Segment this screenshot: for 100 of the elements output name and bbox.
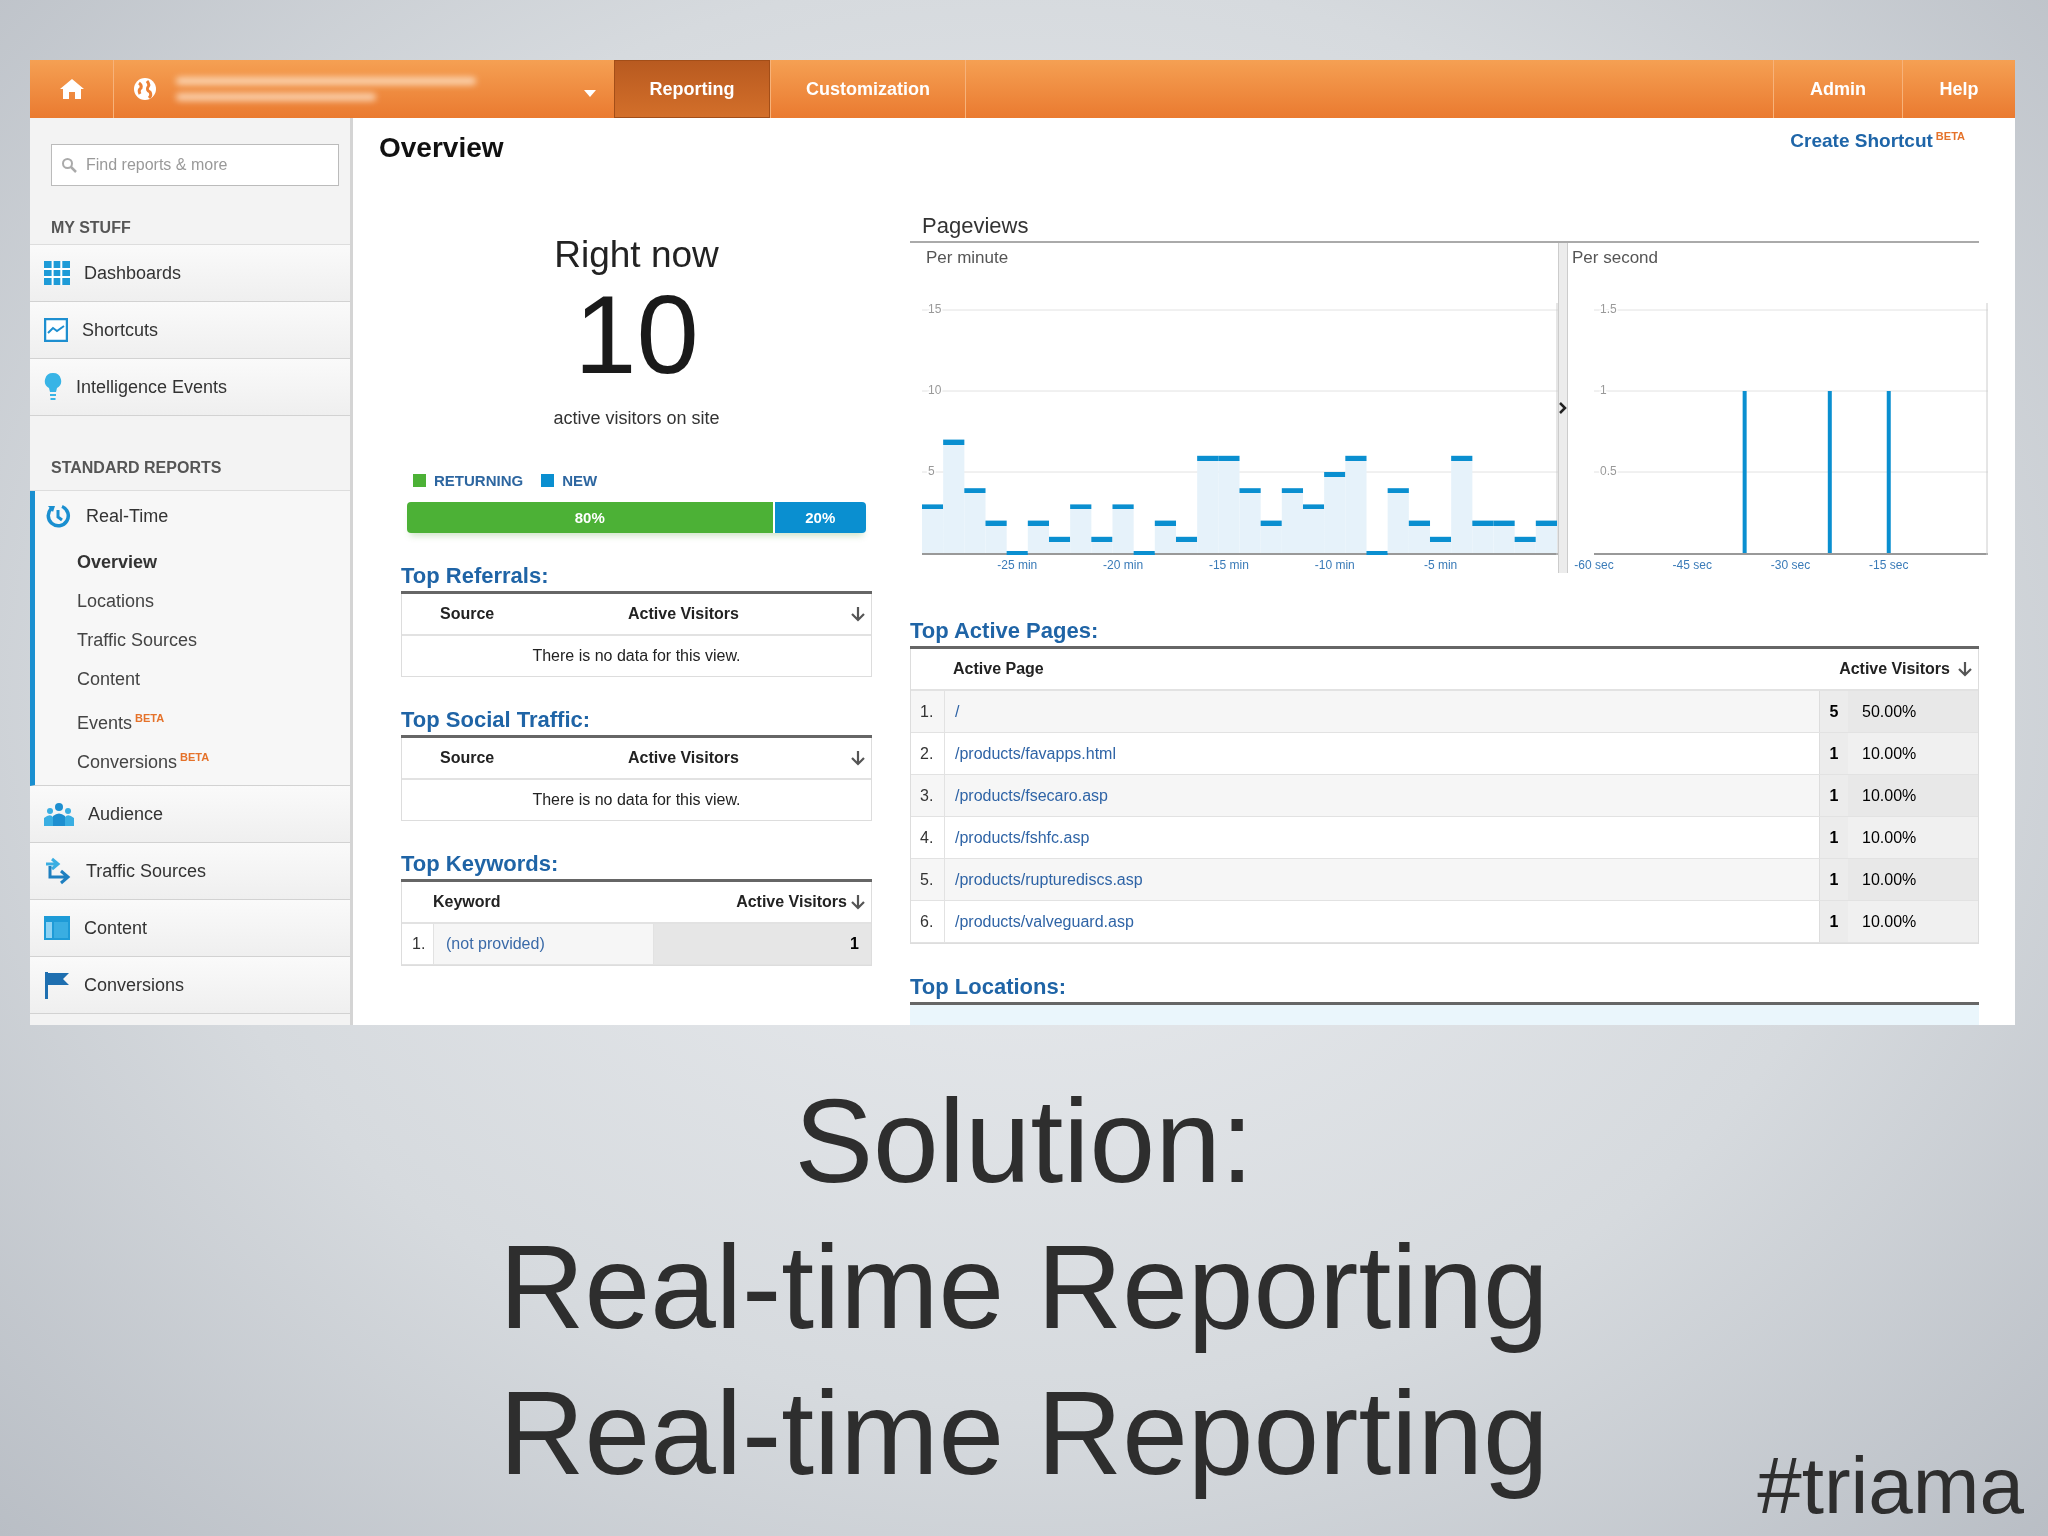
- row-index: 5.: [911, 859, 945, 900]
- page-link[interactable]: /: [955, 702, 960, 721]
- flag-icon: [44, 971, 70, 999]
- right-now-heading: Right now: [554, 233, 719, 277]
- nav-tab[interactable]: Reporting: [614, 60, 770, 118]
- axis-tick-label: -60 sec: [1574, 558, 1614, 572]
- empty-message: There is no data for this view.: [531, 790, 742, 810]
- page-link[interactable]: /products/valveguard.asp: [955, 912, 1134, 931]
- axis-tick-label: -30 sec: [1770, 558, 1811, 572]
- table-cell: 1: [1819, 817, 1848, 858]
- visitor-count-caption: active visitors on site: [553, 407, 720, 430]
- axis-tick-label: -20 min: [1103, 558, 1144, 572]
- search-field[interactable]: Find reports & more: [51, 144, 339, 186]
- chart-window-icon: [44, 318, 68, 342]
- chevron-right-icon: [1559, 402, 1567, 414]
- legend-label: RETURNING: [434, 471, 524, 489]
- sidebar-subitem[interactable]: Events $^{BETA}$: [77, 699, 350, 738]
- sidebar-item[interactable]: Content: [30, 900, 350, 957]
- page-link[interactable]: /products/fsecaro.asp: [955, 786, 1108, 805]
- sidebar-item[interactable]: Shortcuts: [30, 302, 350, 359]
- create-shortcut-link[interactable]: Create Shortcut$^{BETA}$: [1790, 130, 1965, 153]
- axis-tick-label: -25 min: [997, 558, 1038, 572]
- table-cell: 1: [1819, 859, 1848, 900]
- axis-tick-label: 1.5: [1600, 302, 1617, 317]
- arrows-icon: [44, 857, 72, 885]
- axis-tick-label: 0.5: [1600, 464, 1617, 479]
- column-header: Active Page: [952, 660, 1045, 678]
- sort-arrow-icon[interactable]: [851, 750, 865, 766]
- row-index: 2.: [911, 733, 945, 774]
- sort-arrow-icon[interactable]: [1958, 661, 1972, 677]
- table-cell: 1: [1819, 775, 1848, 816]
- axis-tick-label: 1: [1600, 383, 1607, 398]
- people-icon: [44, 802, 74, 826]
- column-header[interactable]: Active Visitors: [560, 605, 851, 623]
- table-cell: 10.00%: [1848, 817, 1978, 858]
- globe-icon: [132, 76, 158, 102]
- clock-refresh-icon: [44, 502, 72, 530]
- axis-tick-label: 5: [928, 464, 935, 479]
- caret-icon: [584, 89, 596, 97]
- sort-arrow-icon[interactable]: [851, 606, 865, 622]
- table-cell: 10.00%: [1848, 901, 1978, 942]
- home-icon: [58, 77, 85, 101]
- axis-tick-label: 15: [928, 302, 942, 317]
- sidebar-item[interactable]: Audience: [30, 786, 350, 843]
- sidebar-subitem[interactable]: Content: [77, 660, 350, 699]
- table-title: Top Active Pages:: [910, 616, 1979, 649]
- hashtag-text: #triama: [1757, 1440, 2024, 1532]
- sidebar-subitem[interactable]: Locations: [77, 582, 350, 621]
- table-cell: 10.00%: [1848, 775, 1978, 816]
- chart-subtitle: Per second: [1571, 247, 1659, 269]
- axis-tick-label: -15 sec: [1869, 558, 1909, 572]
- sidebar-item[interactable]: Conversions: [30, 957, 350, 1014]
- page-link[interactable]: /products/fshfc.asp: [955, 828, 1090, 847]
- sidebar-item[interactable]: Dashboards: [30, 245, 350, 302]
- table-title: Top Referrals:: [401, 561, 872, 594]
- row-index: 1.: [911, 691, 945, 732]
- slide-caption: Real-time Reporting: [499, 1366, 1549, 1501]
- lightbulb-icon: [44, 372, 62, 402]
- sidebar-item[interactable]: Traffic Sources: [30, 843, 350, 900]
- sidebar-subitem[interactable]: Overview: [77, 543, 350, 582]
- table-cell: 5: [1819, 691, 1848, 732]
- keyword-link[interactable]: (not provided): [434, 924, 654, 964]
- sidebar-item[interactable]: Intelligence Events: [30, 359, 350, 416]
- slide-caption: Solution:: [794, 1074, 1254, 1209]
- sidebar-subitem[interactable]: Conversions $^{BETA}$: [77, 738, 350, 777]
- row-index: 6.: [911, 901, 945, 942]
- table-cell: 50.00%: [1848, 691, 1978, 732]
- visitor-count: 10: [574, 277, 699, 392]
- row-index: 4.: [911, 817, 945, 858]
- axis-tick-label: -45 sec: [1672, 558, 1712, 572]
- sidebar-item[interactable]: Real-Time: [35, 491, 350, 541]
- column-header[interactable]: Active Visitors: [553, 893, 851, 911]
- axis-tick-label: -5 min: [1423, 558, 1458, 572]
- page-title: Overview: [379, 132, 504, 164]
- page-link[interactable]: /products/rupturediscs.asp: [955, 870, 1143, 889]
- visitor-share-bar: 80%: [407, 502, 773, 533]
- table-title: Top Keywords:: [401, 849, 872, 882]
- table-cell: 1: [654, 924, 871, 964]
- axis-tick-label: -10 min: [1314, 558, 1355, 572]
- slide-caption: Real-time Reporting: [499, 1220, 1549, 1355]
- sidebar-subitem[interactable]: Traffic Sources: [77, 621, 350, 660]
- layout-icon: [44, 916, 70, 940]
- table-cell: 1: [1819, 901, 1848, 942]
- table-cell: 10.00%: [1848, 859, 1978, 900]
- axis-tick-label: 10: [928, 383, 942, 398]
- page-link[interactable]: /products/favapps.html: [955, 744, 1116, 763]
- empty-message: There is no data for this view.: [531, 646, 742, 666]
- table-title: Top Social Traffic:: [401, 705, 872, 738]
- column-header[interactable]: Active Visitors: [560, 749, 851, 767]
- column-header[interactable]: Active Visitors: [1839, 660, 1950, 678]
- column-header: Source: [439, 605, 496, 623]
- axis-tick-label: -15 min: [1208, 558, 1249, 572]
- chart-title: Pageviews: [910, 211, 1979, 243]
- table-cell: 1: [1819, 733, 1848, 774]
- chart-subtitle: Per minute: [925, 247, 1010, 269]
- search-icon: [61, 157, 77, 173]
- table-cell: 10.00%: [1848, 733, 1978, 774]
- legend-label: NEW: [562, 471, 598, 489]
- grid-icon: [44, 261, 70, 285]
- sort-arrow-icon[interactable]: [851, 894, 865, 910]
